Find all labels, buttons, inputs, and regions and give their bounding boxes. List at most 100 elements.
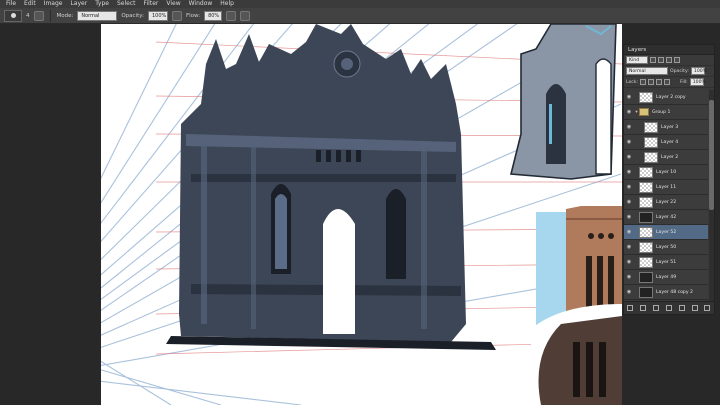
menu-item-type[interactable]: Type xyxy=(91,0,113,8)
folder-icon xyxy=(639,108,649,116)
layer-name: Layer 11 xyxy=(656,184,677,190)
layer-list: ◉ Layer 2 copy ◉ ▾ Group 1 ◉ Layer 3 ◉ Layer 4 ◉ L… xyxy=(624,90,708,302)
layer-name: Layer 48 copy 2 xyxy=(656,289,693,295)
visibility-eye-icon[interactable]: ◉ xyxy=(624,214,634,220)
layer-thumbnail xyxy=(644,151,658,163)
lock-label: Lock: xyxy=(626,79,639,85)
airbrush-icon[interactable] xyxy=(226,10,237,21)
layer-thumbnail xyxy=(639,271,653,283)
fill-field[interactable]: 100% xyxy=(689,78,706,86)
layer-thumbnail xyxy=(644,121,658,133)
menu-item-layer[interactable]: Layer xyxy=(66,0,91,8)
visibility-eye-icon[interactable]: ◉ xyxy=(624,229,634,235)
lock-image-icon[interactable] xyxy=(648,79,655,85)
layer-row[interactable]: ◉ Layer 3 xyxy=(624,120,708,135)
layers-footer xyxy=(624,301,714,314)
layers-tab[interactable]: Layers xyxy=(624,45,714,55)
menu-item-edit[interactable]: Edit xyxy=(20,0,40,8)
opacity-label: Opacity: xyxy=(670,68,689,74)
visibility-eye-icon[interactable]: ◉ xyxy=(624,94,634,100)
visibility-eye-icon[interactable]: ◉ xyxy=(624,169,634,175)
menu-item-filter[interactable]: Filter xyxy=(140,0,163,8)
new-layer-icon[interactable] xyxy=(691,305,698,311)
layer-name: Layer 10 xyxy=(656,169,677,175)
layer-row[interactable]: ◉ Layer 2 copy xyxy=(624,90,708,105)
layer-row[interactable]: ◉ Layer 2 xyxy=(624,150,708,165)
layer-row[interactable]: ◉ Layer 48 copy 2 xyxy=(624,285,708,300)
layers-scrollbar[interactable] xyxy=(709,90,714,302)
layer-row[interactable]: ◉ Layer 49 xyxy=(624,270,708,285)
visibility-eye-icon[interactable]: ◉ xyxy=(624,289,634,295)
new-group-icon[interactable] xyxy=(678,305,685,311)
layer-thumbnail xyxy=(639,196,653,208)
layer-row[interactable]: ◉ Layer 11 xyxy=(624,180,708,195)
filter-pixel-icon[interactable] xyxy=(650,57,656,63)
visibility-eye-icon[interactable]: ◉ xyxy=(624,184,634,190)
layer-thumbnail xyxy=(639,226,653,238)
flow-field[interactable]: 80% xyxy=(204,10,223,21)
blend-mode-select[interactable]: Normal xyxy=(626,67,668,75)
layer-row[interactable]: ◉ ▾ Group 1 xyxy=(624,105,708,120)
layer-opacity-field[interactable]: 100% xyxy=(690,67,707,75)
link-layers-icon[interactable] xyxy=(627,305,634,311)
opacity-field[interactable]: 100% xyxy=(147,10,168,21)
brush-preset-picker[interactable] xyxy=(4,9,22,22)
menu-item-window[interactable]: Window xyxy=(185,0,217,8)
workspace-left xyxy=(0,24,101,405)
layer-row[interactable]: ◉ Layer 42 xyxy=(624,210,708,225)
filter-adjust-icon[interactable] xyxy=(658,57,664,63)
visibility-eye-icon[interactable]: ◉ xyxy=(624,124,634,130)
visibility-eye-icon[interactable]: ◉ xyxy=(624,199,634,205)
mask-icon[interactable] xyxy=(653,305,660,311)
visibility-eye-icon[interactable]: ◉ xyxy=(624,259,634,265)
lock-row: Lock: Fill: 100% xyxy=(624,77,714,88)
scroll-thumb[interactable] xyxy=(709,100,714,210)
filter-row: Kind xyxy=(624,55,714,66)
pressure-size-icon[interactable] xyxy=(240,10,251,21)
layers-panel: Layers Kind Normal Opacity: 100% Lock: F… xyxy=(623,44,715,315)
pressure-opacity-icon[interactable] xyxy=(171,10,182,21)
menu-item-view[interactable]: View xyxy=(162,0,184,8)
gothic-gate-drawing xyxy=(166,24,496,350)
layer-name: Layer 2 xyxy=(661,154,679,160)
opacity-label: Opacity: xyxy=(121,12,144,19)
menu-item-file[interactable]: File xyxy=(2,0,20,8)
fill-label: Fill: xyxy=(680,79,688,85)
menu-item-help[interactable]: Help xyxy=(216,0,238,8)
visibility-eye-icon[interactable]: ◉ xyxy=(624,154,634,160)
options-bar: 4 Mode: Normal Opacity: 100% Flow: 80% xyxy=(0,8,720,24)
fx-icon[interactable] xyxy=(640,305,647,311)
filter-shape-icon[interactable] xyxy=(674,57,680,63)
brush-panel-icon[interactable] xyxy=(33,10,44,21)
tower-sketch xyxy=(509,24,617,180)
layer-row[interactable]: ◉ Layer 10 xyxy=(624,165,708,180)
menu-item-image[interactable]: Image xyxy=(40,0,67,8)
filter-type-icon[interactable] xyxy=(666,57,672,63)
layer-row[interactable]: ◉ Layer 4 xyxy=(624,135,708,150)
layer-name: Layer 52 xyxy=(656,229,677,235)
visibility-eye-icon[interactable]: ◉ xyxy=(624,139,634,145)
layer-row[interactable]: ◉ Layer 50 xyxy=(624,240,708,255)
menu-item-select[interactable]: Select xyxy=(113,0,140,8)
layer-thumbnail xyxy=(639,211,653,223)
lock-transparent-icon[interactable] xyxy=(640,79,647,85)
adjustment-icon[interactable] xyxy=(665,305,672,311)
visibility-eye-icon[interactable]: ◉ xyxy=(624,109,634,115)
visibility-eye-icon[interactable]: ◉ xyxy=(624,274,634,280)
layer-name: Layer 51 xyxy=(656,259,677,265)
trash-icon[interactable] xyxy=(704,305,711,311)
document-canvas[interactable] xyxy=(101,24,622,405)
mode-label: Mode: xyxy=(56,12,74,19)
layer-row[interactable]: ◉ Layer 22 xyxy=(624,195,708,210)
visibility-eye-icon[interactable]: ◉ xyxy=(624,244,634,250)
layer-thumbnail xyxy=(639,256,653,268)
layer-name: Layer 2 copy xyxy=(656,94,686,100)
layer-row[interactable]: ◉ Layer 52 xyxy=(624,225,708,240)
layer-name: Layer 4 xyxy=(661,139,679,145)
filter-kind-select[interactable]: Kind xyxy=(626,56,648,64)
mode-select[interactable]: Normal xyxy=(77,10,118,21)
lock-position-icon[interactable] xyxy=(656,79,663,85)
blend-row: Normal Opacity: 100% xyxy=(624,66,714,77)
lock-all-icon[interactable] xyxy=(664,79,671,85)
layer-row[interactable]: ◉ Layer 51 xyxy=(624,255,708,270)
